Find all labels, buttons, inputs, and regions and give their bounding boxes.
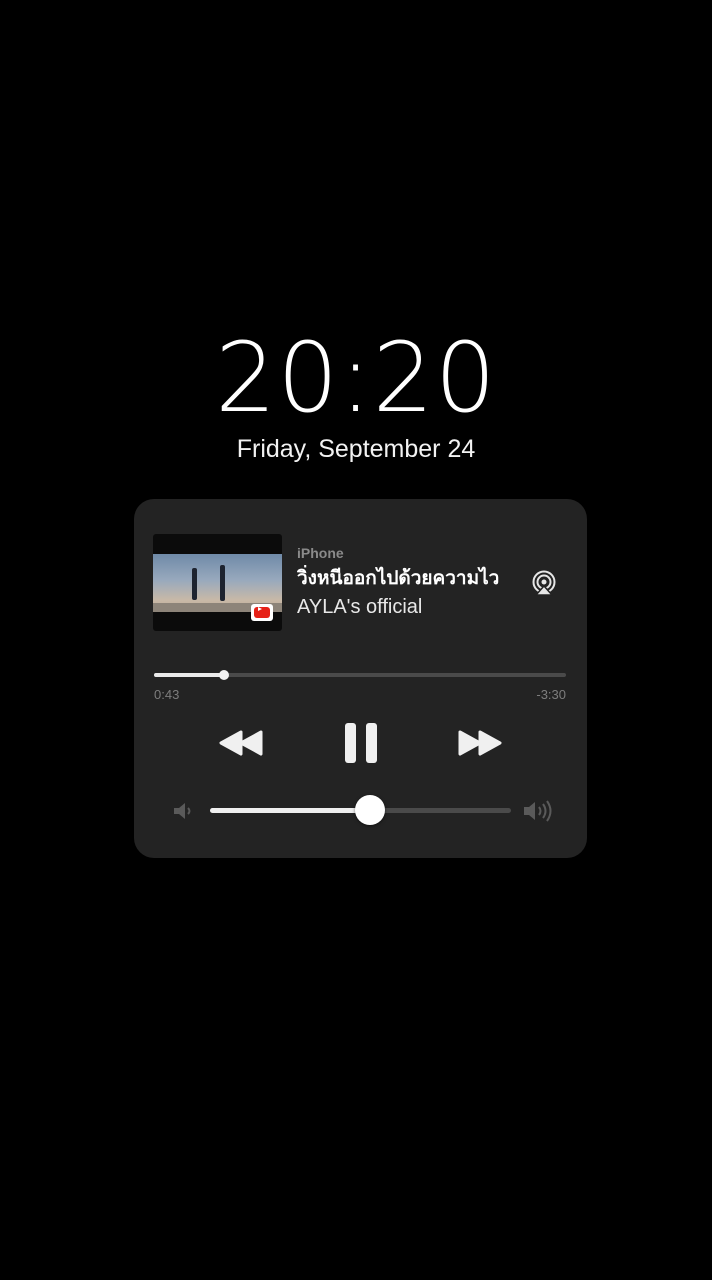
elapsed-time: 0:43 [154,687,180,702]
youtube-icon-play [258,607,262,611]
airplay-icon[interactable] [530,569,558,597]
volume-slider[interactable] [210,795,511,825]
pause-icon [345,723,377,763]
now-playing-widget: iPhone วิ่งหนีออกไปด้วยความไว AYLA's off… [134,499,587,858]
youtube-icon [251,604,273,621]
volume-slider-fill [210,808,370,813]
rewind-icon [219,730,263,756]
playback-source: iPhone [297,545,344,561]
remaining-time: -3:30 [536,687,566,702]
lock-clock: 20:20 [215,322,497,434]
volume-slider-handle[interactable] [354,795,385,825]
playback-scrubber-handle[interactable] [219,670,230,680]
artwork-figure-1 [192,568,197,600]
track-artist: AYLA's official [297,596,423,618]
playback-progress-fill [154,673,225,677]
rewind-button[interactable] [217,728,265,758]
fast-forward-icon [458,730,502,756]
artwork-figure-2 [220,565,225,601]
youtube-icon-bg [254,607,270,618]
lock-date: Friday, September 24 [236,435,476,463]
track-title: วิ่งหนีออกไปด้วยความไว [297,567,500,589]
volume-high-icon [522,798,556,824]
pause-button[interactable] [343,721,379,765]
playback-scrubber[interactable] [154,670,566,680]
volume-low-icon [171,799,195,823]
fast-forward-button[interactable] [456,728,504,758]
album-artwork[interactable] [153,534,282,631]
